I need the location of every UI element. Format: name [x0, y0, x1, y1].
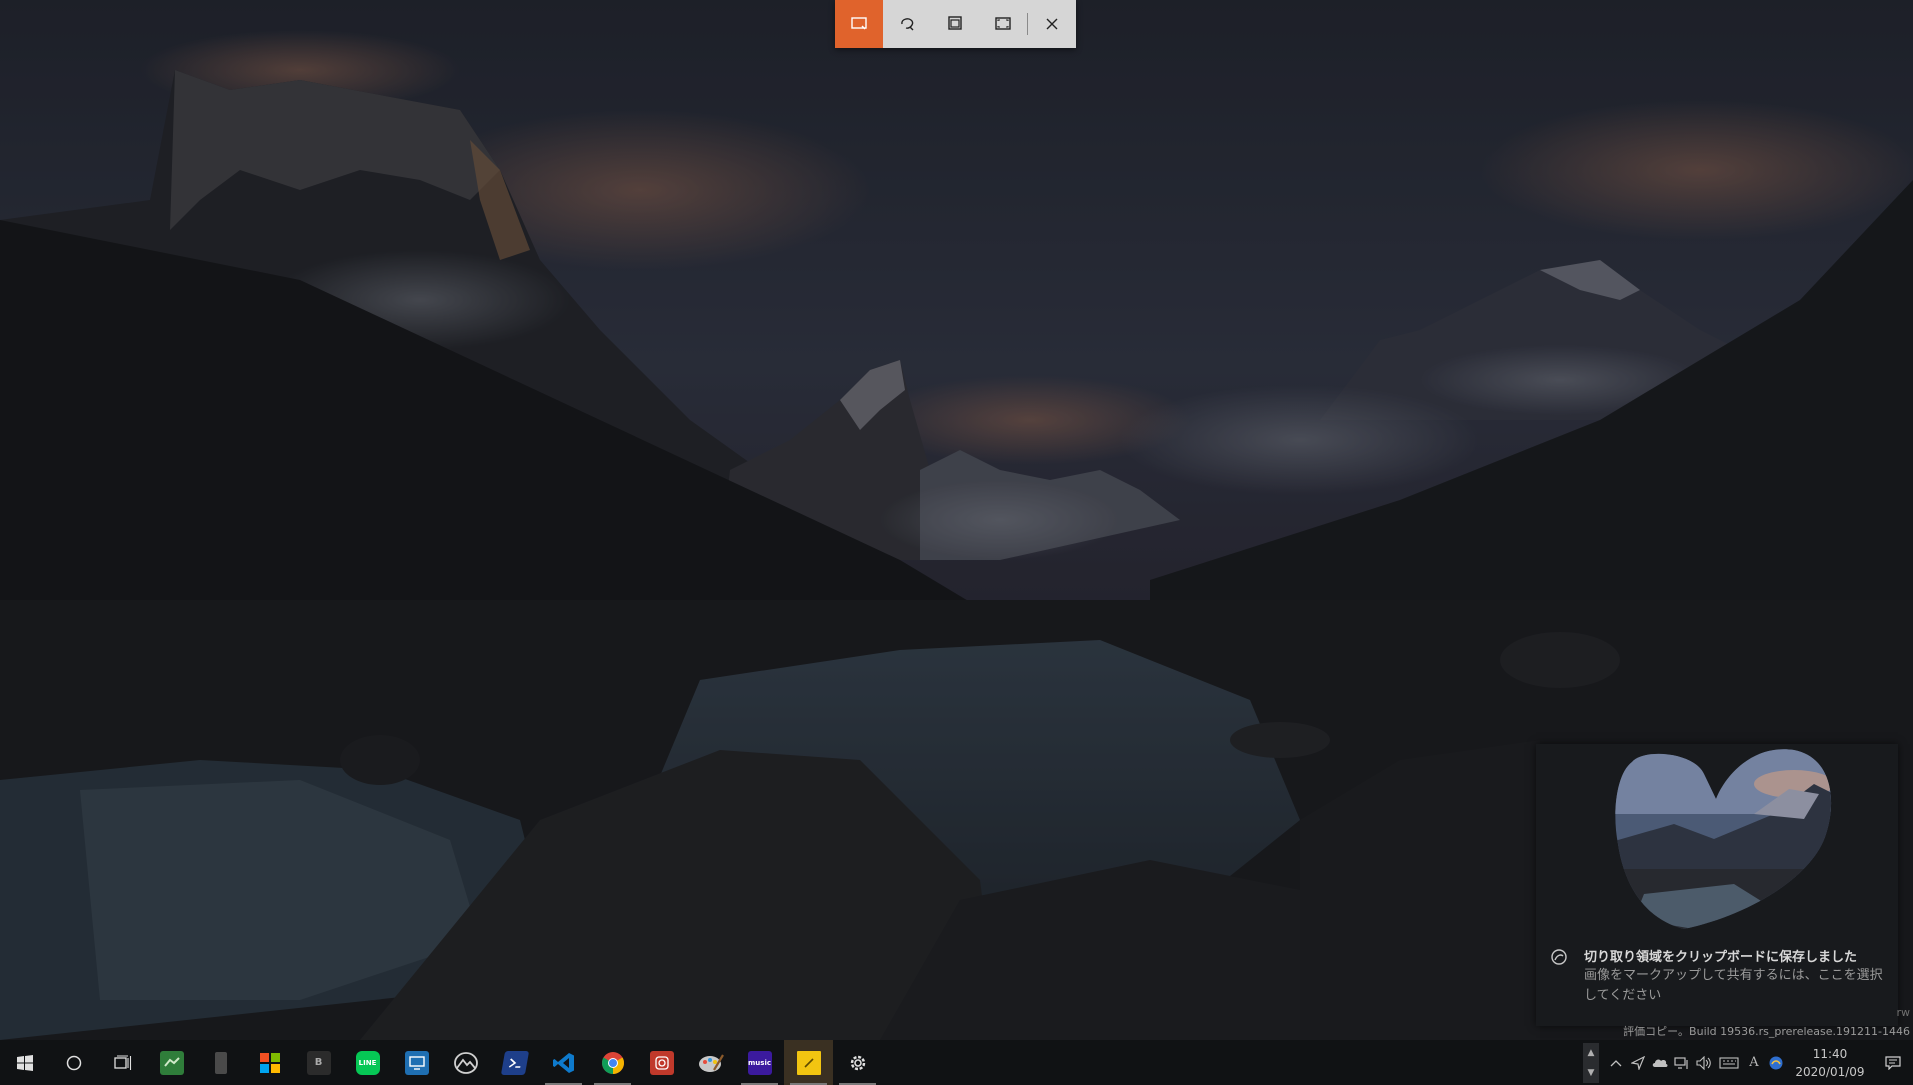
taskbar-app-phone[interactable]	[196, 1040, 245, 1085]
network-button[interactable]	[1671, 1040, 1693, 1085]
taskbar-paint[interactable]	[686, 1040, 735, 1085]
powershell-icon	[500, 1050, 529, 1075]
app-b-icon: B	[306, 1050, 331, 1075]
remote-desktop-icon	[404, 1050, 429, 1075]
amazon-music-icon: music	[747, 1050, 772, 1075]
action-center-button[interactable]	[1873, 1040, 1913, 1085]
snip-thumbnail	[1615, 749, 1832, 930]
onedrive-button[interactable]	[1649, 1040, 1671, 1085]
clock-date: 2020/01/09	[1795, 1064, 1865, 1079]
snip-toolbar	[835, 0, 1076, 48]
snip-sketch-app-icon	[1551, 949, 1567, 965]
ime-icon: A	[1749, 1055, 1759, 1070]
search-circle-icon	[66, 1055, 81, 1070]
chevron-up-icon	[1610, 1059, 1622, 1066]
chrome-icon	[601, 1051, 624, 1074]
location-button[interactable]	[1627, 1040, 1649, 1085]
sticky-notes-icon	[796, 1050, 821, 1075]
taskbar-app-green[interactable]	[147, 1040, 196, 1085]
clock[interactable]: 11:40 2020/01/09	[1787, 1045, 1873, 1081]
taskbar-vscode[interactable]	[539, 1040, 588, 1085]
arrow-down-icon[interactable]: ▼	[1588, 1068, 1595, 1078]
microsoft-store-icon	[259, 1052, 280, 1073]
language-icon	[1769, 1056, 1783, 1069]
taskbar-scroll-arrows[interactable]: ▲ ▼	[1583, 1042, 1599, 1083]
vscode-icon	[552, 1052, 574, 1073]
window-snip-button[interactable]	[931, 0, 979, 48]
freeform-snip-icon	[901, 18, 914, 31]
freeform-snip-button[interactable]	[883, 0, 931, 48]
line-icon: LINE	[355, 1050, 380, 1075]
ime-mode-button[interactable]: A	[1743, 1040, 1765, 1085]
photos-icon	[453, 1051, 478, 1074]
watermark-build-info: 評価コピー。Build 19536.rs_prerelease.191211-1…	[1623, 1025, 1910, 1038]
app-camera-icon	[649, 1050, 674, 1075]
taskbar-settings[interactable]	[833, 1040, 882, 1085]
paint-icon	[698, 1053, 724, 1072]
taskbar-app-camera[interactable]	[637, 1040, 686, 1085]
rectangular-snip-button[interactable]	[835, 0, 883, 48]
notification-icon	[1885, 1055, 1901, 1070]
taskbar-microsoft-store[interactable]	[245, 1040, 294, 1085]
toast-title: 切り取り領域をクリップボードに保存しました	[1584, 950, 1858, 965]
close-snip-button[interactable]	[1028, 0, 1076, 48]
start-button[interactable]	[0, 1040, 49, 1085]
onedrive-icon	[1652, 1059, 1668, 1067]
taskbar-app-b[interactable]: B	[294, 1040, 343, 1085]
volume-icon	[1696, 1055, 1711, 1070]
taskbar: B LINE music ▲ ▼ A 11:40 2020/01/09	[0, 1040, 1913, 1085]
system-tray: ▲ ▼ A 11:40 2020/01/09	[1583, 1040, 1913, 1085]
settings-icon	[850, 1055, 865, 1070]
snip-saved-toast[interactable]: 切り取り領域をクリップボードに保存しました 画像をマークアップして共有するには、…	[1536, 744, 1898, 1026]
rectangular-snip-icon	[851, 17, 867, 30]
taskbar-sticky-notes[interactable]	[784, 1040, 833, 1085]
taskbar-amazon-music[interactable]: music	[735, 1040, 784, 1085]
taskbar-line[interactable]: LINE	[343, 1040, 392, 1085]
language-button[interactable]	[1765, 1040, 1787, 1085]
window-snip-icon	[948, 16, 962, 30]
task-view-button[interactable]	[98, 1040, 147, 1085]
network-icon	[1674, 1056, 1688, 1069]
touch-keyboard-button[interactable]	[1715, 1040, 1743, 1085]
close-icon	[1046, 18, 1058, 30]
toast-body: 画像をマークアップして共有するには、ここを選択してください	[1584, 968, 1883, 1003]
show-hidden-icons-button[interactable]	[1605, 1040, 1627, 1085]
taskbar-remote-desktop[interactable]	[392, 1040, 441, 1085]
location-icon	[1631, 1055, 1645, 1070]
app-green-icon	[159, 1050, 184, 1075]
search-button[interactable]	[49, 1040, 98, 1085]
watermark-line-1: rw	[1896, 1006, 1910, 1019]
app-phone-icon	[214, 1051, 227, 1074]
volume-button[interactable]	[1693, 1040, 1715, 1085]
keyboard-icon	[1719, 1056, 1739, 1069]
clock-time: 11:40	[1812, 1046, 1848, 1061]
fullscreen-snip-button[interactable]	[979, 0, 1027, 48]
fullscreen-snip-icon	[995, 17, 1011, 30]
taskbar-powershell[interactable]	[490, 1040, 539, 1085]
start-icon	[16, 1054, 33, 1071]
taskbar-photos[interactable]	[441, 1040, 490, 1085]
arrow-up-icon[interactable]: ▲	[1588, 1048, 1595, 1058]
task-view-icon	[113, 1054, 131, 1070]
taskbar-chrome[interactable]	[588, 1040, 637, 1085]
